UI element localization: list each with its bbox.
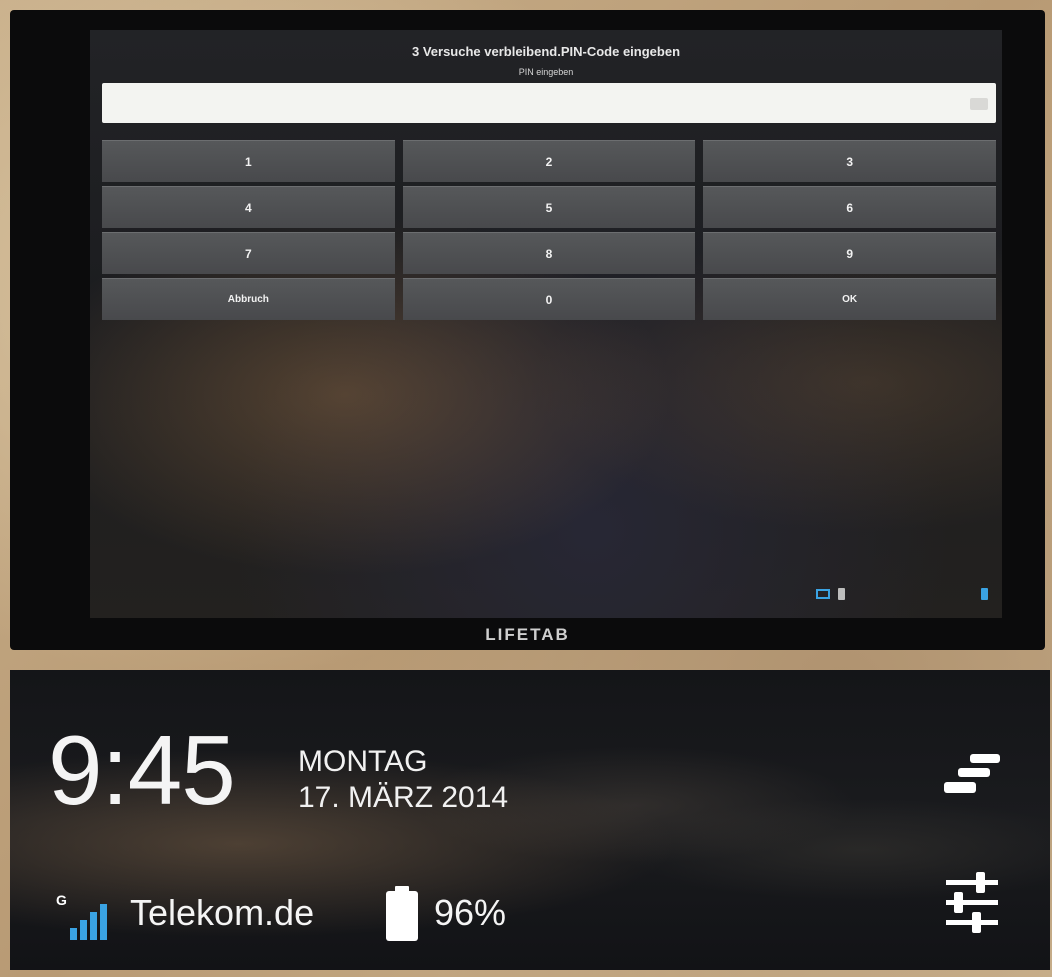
- key-6[interactable]: 6: [703, 186, 996, 228]
- backspace-icon[interactable]: [970, 98, 988, 110]
- pin-input[interactable]: [102, 83, 996, 123]
- key-9[interactable]: 9: [703, 232, 996, 274]
- pin-keypad: 1 2 3 4 5 6 7 8 9 Abbruch 0 OK: [102, 140, 996, 320]
- date-text: 17. MÄRZ 2014: [298, 781, 509, 814]
- tablet-screen: 3 Versuche verbleibend.PIN-Code eingeben…: [90, 30, 1002, 618]
- signal-indicator: G: [56, 892, 122, 940]
- clock-time: 9:45: [48, 715, 236, 825]
- key-7[interactable]: 7: [102, 232, 395, 274]
- key-8[interactable]: 8: [402, 232, 696, 274]
- battery-percentage: 96%: [434, 892, 507, 933]
- sim-icon: [838, 588, 845, 600]
- pin-dialog-title: 3 Versuche verbleibend.PIN-Code eingeben: [411, 44, 681, 59]
- pin-dialog-subtitle: PIN eingeben: [518, 67, 574, 77]
- cancel-button[interactable]: Abbruch: [102, 278, 395, 320]
- battery-icon: [386, 886, 418, 941]
- key-2[interactable]: 2: [402, 140, 696, 182]
- brand-logo: LIFETAB: [485, 625, 570, 644]
- carrier-name: Telekom.de: [130, 892, 315, 933]
- key-5[interactable]: 5: [402, 186, 696, 228]
- signal-icon: [70, 904, 107, 940]
- tablet-photo: 3 Versuche verbleibend.PIN-Code eingeben…: [10, 10, 1045, 650]
- lockscreen-photo: 9:45 MONTAG 17. MÄRZ 2014 G Telekom.de 9…: [10, 670, 1050, 970]
- network-type: G: [56, 892, 67, 908]
- settings-icon[interactable]: [942, 870, 1002, 936]
- stack-icon[interactable]: [940, 754, 1006, 800]
- key-1[interactable]: 1: [102, 140, 395, 182]
- battery-status-icon: [981, 588, 988, 600]
- ok-button[interactable]: OK: [703, 278, 996, 320]
- status-bar[interactable]: [816, 584, 988, 604]
- key-4[interactable]: 4: [102, 186, 395, 228]
- day-name: MONTAG: [298, 745, 428, 778]
- key-0[interactable]: 0: [402, 278, 696, 320]
- recent-apps-icon: [816, 589, 830, 599]
- key-3[interactable]: 3: [703, 140, 996, 182]
